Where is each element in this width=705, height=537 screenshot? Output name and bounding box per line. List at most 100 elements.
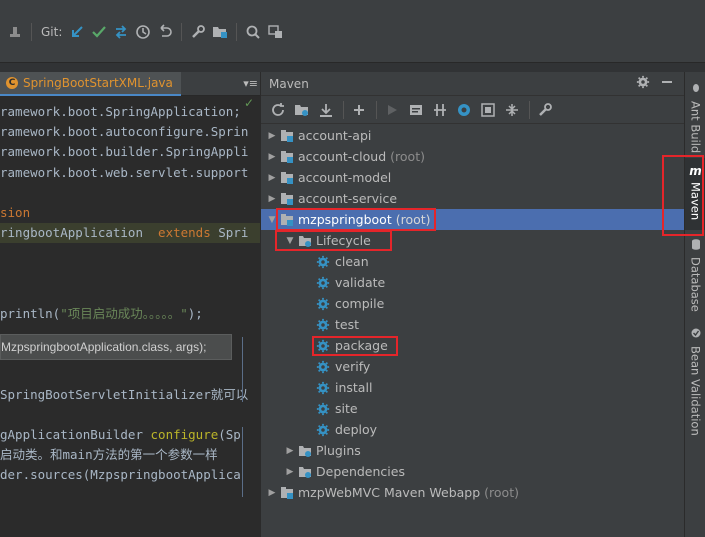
collapse-arrow-icon[interactable]: ▶ <box>283 446 297 456</box>
tree-item-label: validate <box>335 275 386 290</box>
tree-item-account-model[interactable]: ▶ account-model <box>261 167 685 188</box>
git-commit-icon[interactable] <box>88 21 110 43</box>
collapse-arrow-icon[interactable]: ▶ <box>265 173 279 183</box>
maven-icon: m <box>689 164 702 178</box>
maven-project-tree[interactable]: ▶ account-api ▶ account-cloud (root) ▶ account… <box>261 125 685 503</box>
editor-tab-bar: C SpringBootStartXML.java ▾≡ <box>0 72 260 96</box>
tree-item-test[interactable]: test <box>261 314 685 335</box>
tree-item-dependencies[interactable]: ▶ Dependencies <box>261 461 685 482</box>
project-structure-icon[interactable] <box>209 21 231 43</box>
ant-icon <box>690 82 702 97</box>
git-compare-icon[interactable] <box>110 21 132 43</box>
main-toolbar: Git: <box>0 0 705 72</box>
tree-item-package[interactable]: package <box>261 335 685 356</box>
inspection-ok-icon: ✓ <box>244 96 255 110</box>
run-icon[interactable] <box>381 99 403 121</box>
download-icon[interactable] <box>315 99 337 121</box>
module-icon <box>279 213 295 227</box>
tree-item-plugins[interactable]: ▶ Plugins <box>261 440 685 461</box>
maven-settings-icon[interactable] <box>534 99 556 121</box>
gear-icon <box>315 422 331 438</box>
side-tab-ant-build[interactable]: Ant Build <box>685 82 705 157</box>
tree-item-label: mzpWebMVC Maven Webapp <box>298 485 481 500</box>
collapse-arrow-icon[interactable]: ▶ <box>265 194 279 204</box>
tree-item-compile[interactable]: compile <box>261 293 685 314</box>
tree-item-verify[interactable]: verify <box>261 356 685 377</box>
tree-item-install[interactable]: install <box>261 377 685 398</box>
maven-title: Maven <box>269 76 309 91</box>
tree-item-label: clean <box>335 254 369 269</box>
tree-item-label: compile <box>335 296 385 311</box>
java-class-icon: C <box>6 76 18 89</box>
search-icon[interactable] <box>242 21 264 43</box>
module-icon <box>279 486 295 500</box>
collapse-arrow-icon[interactable]: ▶ <box>265 152 279 162</box>
collapse-arrow-icon[interactable]: ▶ <box>265 488 279 498</box>
code-line: println("项目启动成功。。。。。"); <box>0 305 203 321</box>
tree-item-account-api[interactable]: ▶ account-api <box>261 125 685 146</box>
tree-item-clean[interactable]: clean <box>261 251 685 272</box>
code-line: ramework.boot.SpringApplication; <box>0 104 241 119</box>
push-icon[interactable] <box>4 21 26 43</box>
settings-gear-icon[interactable] <box>636 75 650 92</box>
generate-sources-icon[interactable] <box>291 99 313 121</box>
tree-item-label: Plugins <box>316 443 361 458</box>
module-icon <box>279 171 295 185</box>
editor-tab[interactable]: C SpringBootStartXML.java <box>0 72 181 96</box>
tree-item-account-service[interactable]: ▶ account-service <box>261 188 685 209</box>
code-line: ramework.boot.autoconfigure.Sprin <box>0 124 249 140</box>
code-editor[interactable]: C SpringBootStartXML.java ▾≡ ramework.bo… <box>0 72 260 537</box>
skip-tests-icon[interactable] <box>453 99 475 121</box>
execute-goal-icon[interactable] <box>405 99 427 121</box>
show-dependencies-icon[interactable] <box>477 99 499 121</box>
toolbar-separator <box>529 100 530 119</box>
git-update-icon[interactable] <box>66 21 88 43</box>
maven-header: Maven <box>261 72 684 96</box>
tree-item-validate[interactable]: validate <box>261 272 685 293</box>
tree-item-mzpspringboot[interactable]: ▼ mzpspringboot (root) <box>261 209 685 230</box>
toolbar-separator <box>181 23 183 41</box>
code-area[interactable]: ramework.boot.SpringApplication; ramework… <box>0 102 260 486</box>
tree-item-lifecycle[interactable]: ▼ Lifecycle <box>261 230 685 251</box>
toolbar-separator <box>31 23 32 41</box>
collapse-arrow-icon[interactable]: ▶ <box>283 467 297 477</box>
hide-panel-icon[interactable] <box>660 75 674 92</box>
root-suffix: (root) <box>395 212 431 227</box>
database-icon <box>690 238 702 253</box>
wrench-icon[interactable] <box>187 21 209 43</box>
tree-item-label: mzpspringboot <box>298 212 392 227</box>
history-icon[interactable] <box>132 21 154 43</box>
side-tab-label: Ant Build <box>688 101 703 154</box>
gear-icon <box>315 380 331 396</box>
folder-icon <box>297 465 313 479</box>
tab-list-menu-icon[interactable]: ▾≡ <box>243 77 258 90</box>
tree-item-site[interactable]: site <box>261 398 685 419</box>
side-tab-bean-validation[interactable]: Bean Validation <box>685 327 705 437</box>
gear-icon <box>315 338 331 354</box>
reload-icon[interactable] <box>267 99 289 121</box>
tree-item-deploy[interactable]: deploy <box>261 419 685 440</box>
toggle-offline-icon[interactable] <box>429 99 451 121</box>
side-tab-label: Maven <box>688 182 703 221</box>
presentation-icon[interactable] <box>264 21 286 43</box>
tree-item-label: verify <box>335 359 371 374</box>
toolbar-divider <box>0 62 705 72</box>
add-icon[interactable] <box>348 99 370 121</box>
revert-icon[interactable] <box>154 21 176 43</box>
folder-icon <box>297 444 313 458</box>
collapse-all-icon[interactable] <box>501 99 523 121</box>
code-line: sion <box>0 204 31 220</box>
tree-item-mzpwebmvc-maven-webapp[interactable]: ▶ mzpWebMVC Maven Webapp (root) <box>261 482 685 503</box>
expand-arrow-icon[interactable]: ▼ <box>265 215 279 225</box>
gear-icon <box>315 317 331 333</box>
maven-toolbar <box>261 96 684 124</box>
side-tab-maven[interactable]: m Maven <box>685 158 705 230</box>
side-tab-database[interactable]: Database <box>685 238 705 318</box>
tree-item-account-cloud[interactable]: ▶ account-cloud (root) <box>261 146 685 167</box>
expand-arrow-icon[interactable]: ▼ <box>283 236 297 246</box>
collapse-arrow-icon[interactable]: ▶ <box>265 131 279 141</box>
